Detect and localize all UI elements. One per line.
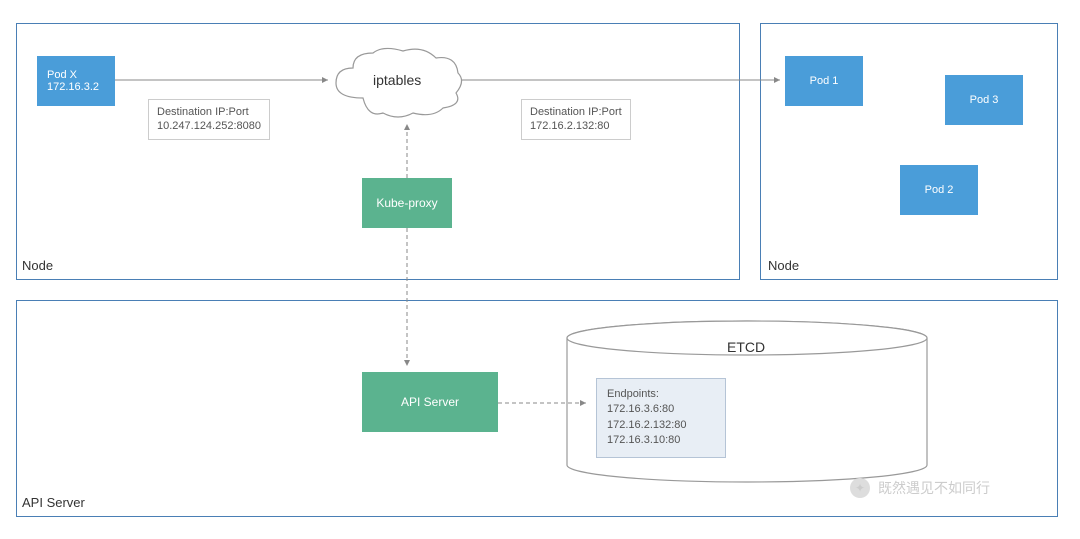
pod-x-name: Pod X	[47, 69, 77, 81]
pod-2-name: Pod 2	[925, 184, 954, 196]
api-server-box: API Server	[362, 372, 498, 432]
watermark: ✦ 既然遇见不如同行	[850, 478, 990, 498]
etcd-label: ETCD	[727, 339, 765, 355]
dest1-title: Destination IP:Port	[157, 105, 261, 119]
kube-proxy-box: Kube-proxy	[362, 178, 452, 228]
pod-2: Pod 2	[900, 165, 978, 215]
endpoints-item-2: 172.16.3.10:80	[607, 433, 715, 448]
pod-3: Pod 3	[945, 75, 1023, 125]
dest1-value: 10.247.124.252:8080	[157, 119, 261, 133]
dest-box-2: Destination IP:Port 172.16.2.132:80	[521, 99, 631, 140]
node-left-label: Node	[22, 258, 53, 273]
dest2-value: 172.16.2.132:80	[530, 119, 622, 133]
api-server-box-label: API Server	[401, 395, 459, 409]
endpoints-box: Endpoints: 172.16.3.6:80 172.16.2.132:80…	[596, 378, 726, 458]
dest2-title: Destination IP:Port	[530, 105, 622, 119]
pod-3-name: Pod 3	[970, 94, 999, 106]
endpoints-item-0: 172.16.3.6:80	[607, 402, 715, 417]
endpoints-item-1: 172.16.2.132:80	[607, 418, 715, 433]
wechat-icon: ✦	[850, 478, 870, 498]
endpoints-title: Endpoints:	[607, 387, 715, 402]
iptables-label: iptables	[373, 72, 421, 88]
kube-proxy-label: Kube-proxy	[376, 196, 437, 210]
pod-x: Pod X 172.16.3.2	[37, 56, 115, 106]
pod-1: Pod 1	[785, 56, 863, 106]
node-right-label: Node	[768, 258, 799, 273]
pod-1-name: Pod 1	[810, 75, 839, 87]
watermark-text: 既然遇见不如同行	[878, 478, 990, 498]
pod-x-ip: 172.16.3.2	[47, 81, 99, 93]
api-server-container-label: API Server	[22, 495, 85, 510]
dest-box-1: Destination IP:Port 10.247.124.252:8080	[148, 99, 270, 140]
